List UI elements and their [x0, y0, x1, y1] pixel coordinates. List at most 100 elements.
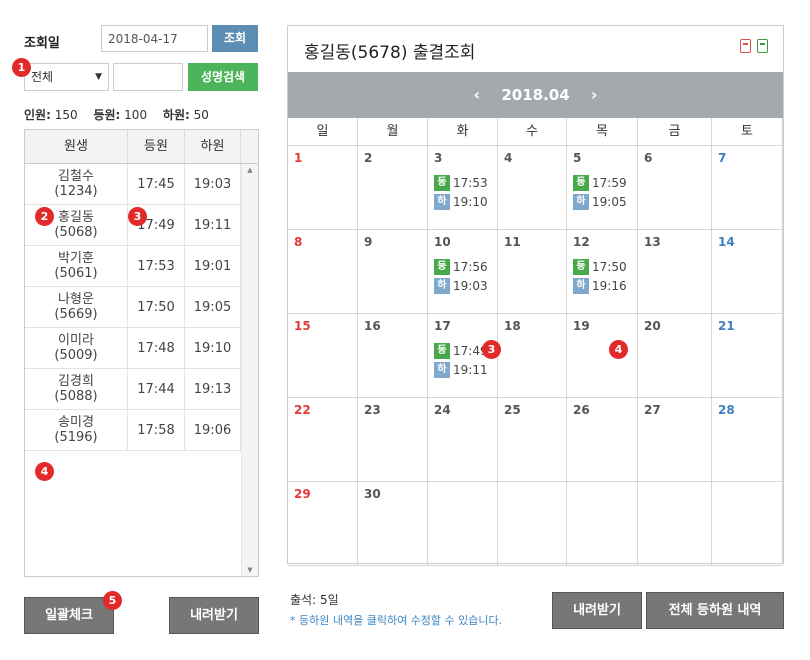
calendar-day[interactable]: 6: [638, 146, 712, 229]
student-cell[interactable]: 이미라 (5009): [25, 328, 128, 368]
calendar-day: [712, 482, 783, 565]
student-cell[interactable]: 나형운 (5669): [25, 287, 128, 327]
pdf-export-icon[interactable]: [740, 39, 751, 53]
scroll-up-icon[interactable]: ▲: [242, 166, 258, 174]
check-out-record[interactable]: 하 19:05: [573, 194, 631, 210]
out-time-cell[interactable]: 19:13: [185, 369, 241, 409]
calendar-day[interactable]: 7: [712, 146, 783, 229]
scroll-down-icon[interactable]: ▼: [242, 566, 258, 574]
check-out-time: 19:10: [453, 195, 488, 209]
calendar-day[interactable]: 30: [358, 482, 428, 565]
filter-select[interactable]: 전체 ▼: [24, 63, 109, 91]
calendar-day[interactable]: 1: [288, 146, 358, 229]
calendar-day[interactable]: 27: [638, 398, 712, 481]
out-time-cell[interactable]: 19:01: [185, 246, 241, 286]
next-month-icon[interactable]: ›: [591, 72, 598, 118]
calendar-day[interactable]: 26: [567, 398, 638, 481]
annotation-badge-2: 2: [35, 207, 54, 226]
calendar-day[interactable]: 18: [498, 314, 567, 397]
calendar-day[interactable]: 24: [428, 398, 498, 481]
check-out-record[interactable]: 하 19:16: [573, 278, 631, 294]
check-in-record[interactable]: 등 17:59: [573, 175, 631, 191]
check-out-record[interactable]: 하 19:03: [434, 278, 491, 294]
day-number: 11: [504, 235, 521, 249]
student-cell[interactable]: 김철수 (1234): [25, 164, 128, 204]
calendar-day[interactable]: 20: [638, 314, 712, 397]
calendar-day[interactable]: 28: [712, 398, 783, 481]
calendar-day[interactable]: 25: [498, 398, 567, 481]
annotation-badge-3-calendar: 3: [482, 340, 501, 359]
check-out-time: 19:16: [592, 279, 627, 293]
out-time-cell[interactable]: 19:06: [185, 410, 241, 450]
calendar-day[interactable]: 15: [288, 314, 358, 397]
download-calendar-button[interactable]: 내려받기: [552, 592, 642, 629]
calendar-day[interactable]: 2: [358, 146, 428, 229]
check-in-record[interactable]: 등 17:56: [434, 259, 491, 275]
calendar-day[interactable]: 5 등 17:59 하 19:05: [567, 146, 638, 229]
calendar-day[interactable]: 12 등 17:50 하 19:16: [567, 230, 638, 313]
calendar-day[interactable]: 9: [358, 230, 428, 313]
day-number: 2: [364, 151, 373, 165]
student-cell[interactable]: 박기훈 (5061): [25, 246, 128, 286]
in-time-cell[interactable]: 17:50: [128, 287, 185, 327]
out-time-cell[interactable]: 19:03: [185, 164, 241, 204]
weekday-1: 월: [358, 118, 428, 145]
calendar-day[interactable]: 4: [498, 146, 567, 229]
name-search-button[interactable]: 성명검색: [188, 63, 258, 91]
all-history-button[interactable]: 전체 등하원 내역: [646, 592, 784, 629]
table-row[interactable]: 이미라 (5009) 17:48 19:10: [25, 328, 258, 369]
calendar-day[interactable]: 29: [288, 482, 358, 565]
calendar-day[interactable]: 3 등 17:53 하 19:10: [428, 146, 498, 229]
check-in-time: 17:59: [592, 176, 627, 190]
calendar-day: [428, 482, 498, 565]
left-panel: 조회일 2018-04-17 조회 전체 ▼ 성명검색 인원: 150 등원: …: [0, 0, 270, 660]
bulk-check-button[interactable]: 일괄체크: [24, 597, 114, 634]
filter-select-value: 전체: [31, 70, 54, 84]
annotation-badge-4-calendar: 4: [609, 340, 628, 359]
student-cell[interactable]: 송미경 (5196): [25, 410, 128, 450]
student-cell[interactable]: 김경희 (5088): [25, 369, 128, 409]
table-row[interactable]: 송미경 (5196) 17:58 19:06: [25, 410, 258, 451]
calendar-day[interactable]: 23: [358, 398, 428, 481]
table-row[interactable]: 나형운 (5669) 17:50 19:05: [25, 287, 258, 328]
download-students-button[interactable]: 내려받기: [169, 597, 259, 634]
table-row[interactable]: 김경희 (5088) 17:44 19:13: [25, 369, 258, 410]
name-search-input[interactable]: [113, 63, 183, 91]
weekday-4: 목: [567, 118, 638, 145]
check-in-record[interactable]: 등 17:50: [573, 259, 631, 275]
calendar-day[interactable]: 21: [712, 314, 783, 397]
in-time-cell[interactable]: 17:58: [128, 410, 185, 450]
calendar-panel: 홍길동(5678) 출결조회 ‹ 2018.04 › 일월화수목금토 123등1…: [287, 25, 784, 566]
in-time-cell[interactable]: 17:53: [128, 246, 185, 286]
table-row[interactable]: 김철수 (1234) 17:45 19:03: [25, 164, 258, 205]
check-out-record[interactable]: 하 19:10: [434, 194, 491, 210]
student-id: (5088): [54, 389, 98, 404]
date-input[interactable]: 2018-04-17: [101, 25, 208, 52]
check-out-record[interactable]: 하 19:11: [434, 362, 491, 378]
out-time-cell[interactable]: 19:05: [185, 287, 241, 327]
in-time-cell[interactable]: 17:44: [128, 369, 185, 409]
calendar-day[interactable]: 16: [358, 314, 428, 397]
calendar-day[interactable]: 13: [638, 230, 712, 313]
in-time-cell[interactable]: 17:45: [128, 164, 185, 204]
check-in-tag: 등: [434, 343, 450, 359]
out-time-cell[interactable]: 19:10: [185, 328, 241, 368]
table-row[interactable]: 박기훈 (5061) 17:53 19:01: [25, 246, 258, 287]
search-button[interactable]: 조회: [212, 25, 258, 52]
check-in-record[interactable]: 등 17:53: [434, 175, 491, 191]
calendar-day[interactable]: 19: [567, 314, 638, 397]
excel-export-icon[interactable]: [757, 39, 768, 53]
day-number: 26: [573, 403, 590, 417]
calendar-day[interactable]: 10 등 17:56 하 19:03: [428, 230, 498, 313]
in-time-cell[interactable]: 17:48: [128, 328, 185, 368]
prev-month-icon[interactable]: ‹: [474, 72, 481, 118]
out-time-cell[interactable]: 19:11: [185, 205, 241, 245]
calendar-day[interactable]: 14: [712, 230, 783, 313]
check-out-tag: 하: [434, 194, 450, 210]
attendance-count: 출석: 5일: [290, 593, 339, 607]
calendar-day[interactable]: 22: [288, 398, 358, 481]
calendar-day[interactable]: 8: [288, 230, 358, 313]
calendar-day[interactable]: 11: [498, 230, 567, 313]
table-scrollbar[interactable]: ▲ ▼: [241, 164, 258, 576]
weekday-3: 수: [498, 118, 567, 145]
